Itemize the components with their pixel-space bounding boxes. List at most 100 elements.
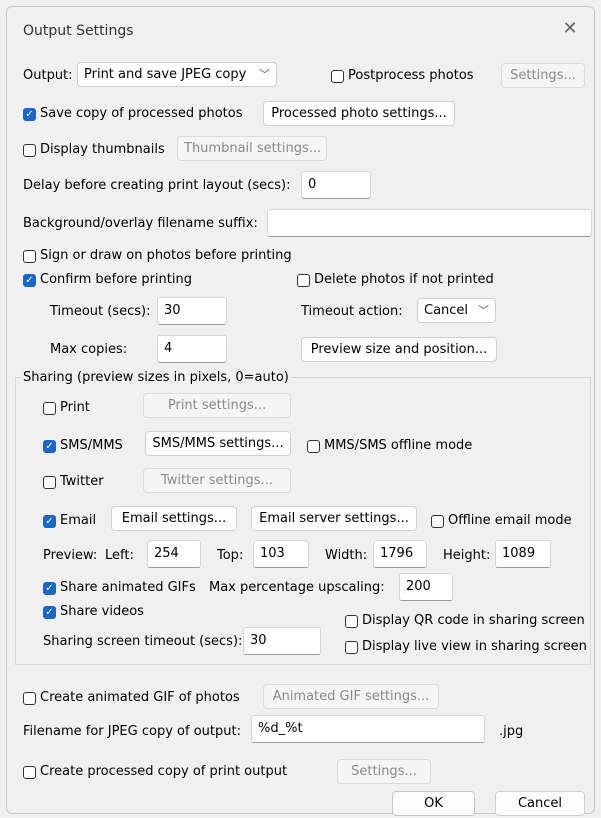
chevron-down-icon: ﹀ bbox=[259, 68, 270, 81]
save-copy-label: Save copy of processed photos bbox=[40, 106, 243, 121]
thumbnail-settings-button[interactable]: Thumbnail settings... bbox=[177, 136, 327, 161]
sms-offline-label: MMS/SMS offline mode bbox=[324, 438, 473, 453]
timeout-input[interactable]: 30 bbox=[157, 297, 227, 325]
create-gif-checkbox[interactable]: Create animated GIF of photos bbox=[23, 689, 240, 707]
display-thumbnails-checkbox[interactable]: Display thumbnails bbox=[23, 141, 165, 159]
suffix-label: Background/overlay filename suffix: bbox=[23, 216, 258, 231]
share-twitter-checkbox[interactable]: Twitter bbox=[43, 473, 104, 491]
postprocess-checkbox[interactable]: Postprocess photos bbox=[331, 67, 474, 85]
create-gif-label: Create animated GIF of photos bbox=[40, 690, 240, 705]
timeout-action-label: Timeout action: bbox=[301, 304, 403, 319]
sharing-timeout-input[interactable]: 30 bbox=[243, 627, 321, 655]
preview-size-position-button[interactable]: Preview size and position... bbox=[301, 337, 497, 362]
sms-settings-button[interactable]: SMS/MMS settings... bbox=[145, 431, 291, 456]
checkbox-box bbox=[23, 143, 36, 157]
timeout-label: Timeout (secs): bbox=[50, 304, 151, 319]
preview-top-label: Top: bbox=[217, 548, 244, 563]
output-settings-dialog: Output Settings ✕ Output: Print and save… bbox=[6, 6, 595, 816]
suffix-input[interactable] bbox=[267, 209, 592, 237]
checkbox-box bbox=[23, 249, 36, 263]
processed-copy-checkbox[interactable]: Create processed copy of print output bbox=[23, 763, 287, 781]
checkbox-box bbox=[331, 69, 344, 83]
confirm-checkbox[interactable]: ✓ Confirm before printing bbox=[23, 271, 192, 289]
filename-label: Filename for JPEG copy of output: bbox=[23, 724, 241, 739]
checkmark-icon: ✓ bbox=[43, 605, 56, 619]
ok-button[interactable]: OK bbox=[392, 791, 475, 816]
checkbox-box bbox=[43, 475, 56, 489]
save-copy-checkbox[interactable]: ✓ Save copy of processed photos bbox=[23, 105, 243, 123]
checkbox-box bbox=[297, 273, 310, 287]
confirm-label: Confirm before printing bbox=[40, 272, 192, 287]
max-copies-input[interactable]: 4 bbox=[157, 335, 227, 363]
filename-extension: .jpg bbox=[499, 724, 524, 739]
share-print-checkbox[interactable]: Print bbox=[43, 399, 90, 417]
cancel-button[interactable]: Cancel bbox=[495, 791, 585, 816]
email-offline-label: Offline email mode bbox=[448, 513, 572, 528]
sharing-timeout-label: Sharing screen timeout (secs): bbox=[43, 634, 243, 649]
upscale-input[interactable]: 200 bbox=[399, 573, 453, 601]
preview-width-label: Width: bbox=[325, 548, 368, 563]
preview-left-input[interactable]: 254 bbox=[147, 540, 201, 568]
share-sms-checkbox[interactable]: ✓ SMS/MMS bbox=[43, 437, 123, 455]
preview-width-input[interactable]: 1796 bbox=[373, 540, 427, 568]
delete-if-not-printed-checkbox[interactable]: Delete photos if not printed bbox=[297, 271, 494, 289]
sign-label: Sign or draw on photos before printing bbox=[40, 248, 292, 263]
email-server-settings-button[interactable]: Email server settings... bbox=[251, 506, 417, 531]
output-select[interactable]: Print and save JPEG copy ﹀ bbox=[77, 62, 277, 87]
share-videos-checkbox[interactable]: ✓ Share videos bbox=[43, 603, 144, 621]
close-icon[interactable]: ✕ bbox=[560, 19, 580, 39]
share-sms-label: SMS/MMS bbox=[60, 438, 123, 453]
chevron-down-icon: ﹀ bbox=[478, 304, 489, 317]
checkbox-box bbox=[345, 640, 358, 654]
title-bar: Output Settings ✕ bbox=[7, 7, 594, 47]
checkbox-box bbox=[23, 691, 36, 705]
share-print-label: Print bbox=[60, 400, 90, 415]
live-view-checkbox[interactable]: Display live view in sharing screen bbox=[345, 638, 587, 656]
sharing-group-label: Sharing (preview sizes in pixels, 0=auto… bbox=[21, 370, 291, 386]
qr-code-checkbox[interactable]: Display QR code in sharing screen bbox=[345, 612, 585, 630]
preview-top-input[interactable]: 103 bbox=[253, 540, 309, 568]
email-offline-checkbox[interactable]: Offline email mode bbox=[431, 512, 572, 530]
delay-label: Delay before creating print layout (secs… bbox=[23, 178, 291, 193]
checkbox-box bbox=[431, 514, 444, 528]
max-copies-label: Max copies: bbox=[50, 342, 128, 357]
output-label: Output: bbox=[23, 68, 73, 83]
animated-gif-settings-button[interactable]: Animated GIF settings... bbox=[263, 684, 439, 709]
checkmark-icon: ✓ bbox=[43, 581, 56, 595]
share-email-label: Email bbox=[60, 513, 97, 528]
timeout-action-select[interactable]: Cancel ﹀ bbox=[417, 298, 496, 323]
delay-input[interactable]: 0 bbox=[301, 171, 371, 199]
preview-height-label: Height: bbox=[443, 548, 491, 563]
checkmark-icon: ✓ bbox=[23, 273, 36, 287]
postprocess-settings-button[interactable]: Settings... bbox=[501, 63, 585, 88]
share-email-checkbox[interactable]: ✓ Email bbox=[43, 512, 96, 530]
checkmark-icon: ✓ bbox=[43, 439, 56, 453]
sign-checkbox[interactable]: Sign or draw on photos before printing bbox=[23, 247, 292, 265]
share-gifs-label: Share animated GIFs bbox=[60, 580, 196, 595]
processed-photo-settings-button[interactable]: Processed photo settings... bbox=[263, 101, 455, 126]
checkmark-icon: ✓ bbox=[23, 107, 36, 121]
processed-copy-label: Create processed copy of print output bbox=[40, 764, 288, 779]
window-title: Output Settings bbox=[23, 23, 134, 39]
twitter-settings-button[interactable]: Twitter settings... bbox=[143, 468, 291, 493]
share-gifs-checkbox[interactable]: ✓ Share animated GIFs bbox=[43, 579, 196, 597]
checkbox-box bbox=[307, 439, 320, 453]
delete-if-not-printed-label: Delete photos if not printed bbox=[314, 272, 494, 287]
checkbox-box bbox=[43, 401, 56, 415]
output-select-value: Print and save JPEG copy bbox=[84, 67, 247, 82]
email-settings-button[interactable]: Email settings... bbox=[111, 506, 237, 531]
processed-copy-settings-button[interactable]: Settings... bbox=[337, 759, 431, 784]
upscale-label: Max percentage upscaling: bbox=[209, 580, 385, 595]
checkbox-box bbox=[345, 614, 358, 628]
timeout-action-value: Cancel bbox=[424, 303, 469, 318]
qr-code-label: Display QR code in sharing screen bbox=[362, 613, 585, 628]
postprocess-label: Postprocess photos bbox=[348, 68, 474, 83]
preview-left-label: Left: bbox=[105, 548, 134, 563]
display-thumbnails-label: Display thumbnails bbox=[40, 142, 165, 157]
filename-input[interactable]: %d_%t bbox=[251, 715, 485, 743]
preview-height-input[interactable]: 1089 bbox=[495, 540, 551, 568]
sms-offline-checkbox[interactable]: MMS/SMS offline mode bbox=[307, 437, 472, 455]
share-twitter-label: Twitter bbox=[60, 474, 104, 489]
print-settings-button[interactable]: Print settings... bbox=[143, 393, 291, 418]
checkbox-box bbox=[23, 765, 36, 779]
